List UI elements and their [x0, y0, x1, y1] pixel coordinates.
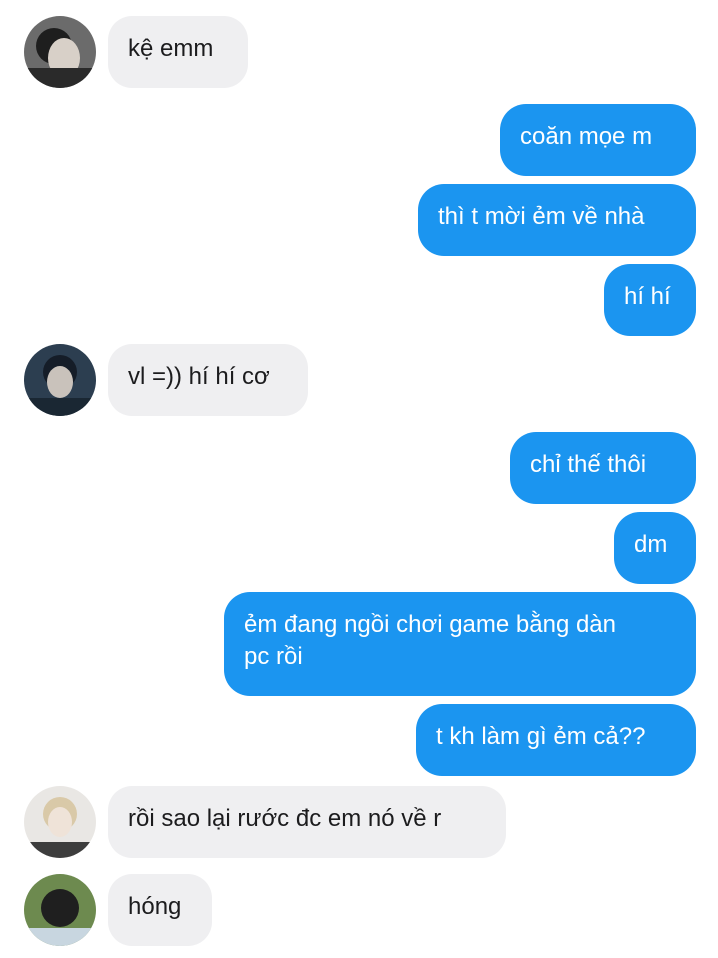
sender-avatar[interactable] — [24, 874, 96, 946]
message-bubble-outgoing[interactable]: dm — [614, 512, 696, 584]
message-bubble-incoming[interactable]: hóng — [108, 874, 212, 946]
message-bubble-outgoing[interactable]: thì t mời ẻm về nhà — [418, 184, 696, 256]
message-bubble-outgoing[interactable]: ẻm đang ngồi chơi game bằng dàn pc rồi — [224, 592, 696, 696]
message-bubble-outgoing[interactable]: hí hí — [604, 264, 696, 336]
message-bubble-incoming[interactable]: vl =)) hí hí cơ — [108, 344, 308, 416]
sender-avatar[interactable] — [24, 786, 96, 858]
message-bubble-outgoing[interactable]: t kh làm gì ẻm cả?? — [416, 704, 696, 776]
message-bubble-incoming[interactable]: kệ emm — [108, 16, 248, 88]
message-bubble-outgoing[interactable]: coăn mọe m — [500, 104, 696, 176]
message-bubble-outgoing[interactable]: chỉ thế thôi — [510, 432, 696, 504]
message-bubble-incoming[interactable]: rồi sao lại rước đc em nó về r — [108, 786, 506, 858]
sender-avatar[interactable] — [24, 16, 96, 88]
sender-avatar[interactable] — [24, 344, 96, 416]
